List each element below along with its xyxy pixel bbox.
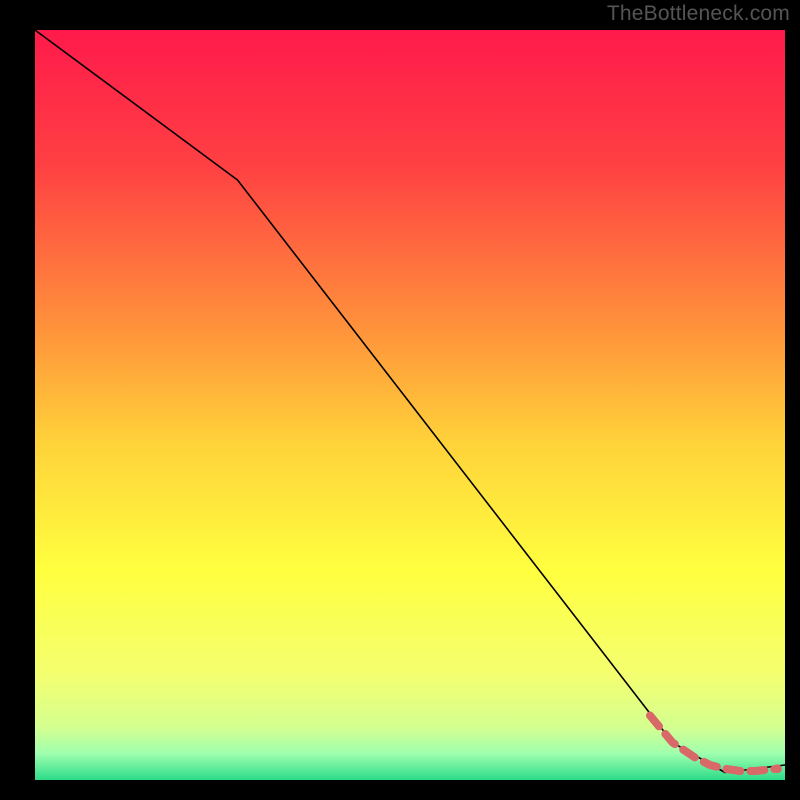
attribution-label: TheBottleneck.com: [607, 2, 790, 26]
series-highlight-segment-end-marker: [773, 764, 782, 773]
gradient-background: [35, 30, 785, 780]
chart-svg: [35, 30, 785, 780]
chart-frame: TheBottleneck.com: [0, 0, 800, 800]
plot-area: [35, 30, 785, 780]
